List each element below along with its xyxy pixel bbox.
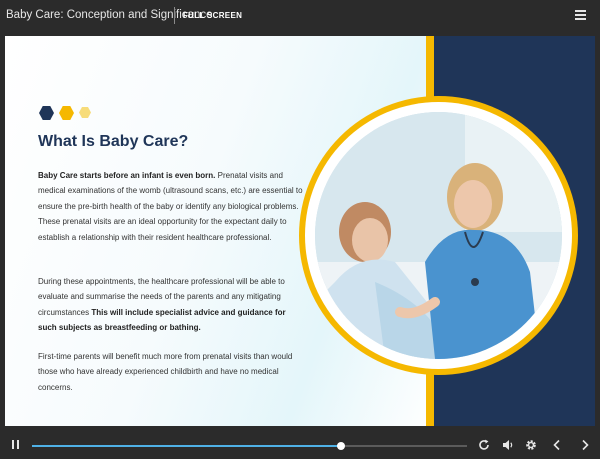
nurse-patient-photo [315, 112, 562, 359]
gear-icon[interactable] [524, 438, 538, 452]
course-title: Baby Care: Conception and Significance [6, 9, 213, 21]
photo-illustration [315, 112, 562, 359]
chevron-right-icon[interactable] [578, 438, 592, 452]
paragraph-2: During these appointments, the healthcar… [38, 274, 306, 336]
seek-bar[interactable] [32, 442, 467, 450]
hexagon-yellow-icon [59, 106, 74, 120]
hexagon-navy-icon [39, 106, 54, 120]
chevron-left-icon[interactable] [550, 438, 564, 452]
slide-canvas: What Is Baby Care? Baby Care starts befo… [5, 36, 595, 426]
replay-icon[interactable] [477, 438, 491, 452]
volume-icon[interactable] [501, 438, 515, 452]
paragraph-1: Baby Care starts before an infant is eve… [38, 168, 306, 245]
paragraph-1-text: Prenatal visits and medical examinations… [38, 171, 303, 242]
fullscreen-button[interactable]: FULL SCREEN [183, 11, 242, 20]
seek-bar-thumb[interactable] [336, 442, 345, 450]
title-divider [174, 7, 175, 24]
playback-bar [0, 430, 600, 459]
slide-heading: What Is Baby Care? [38, 133, 189, 150]
seek-bar-progress [32, 445, 341, 447]
paragraph-1-bold: Baby Care starts before an infant is eve… [38, 171, 216, 180]
hexagon-light-yellow-icon [79, 107, 91, 118]
pause-icon[interactable] [12, 440, 22, 450]
player-top-bar: Baby Care: Conception and Significance F… [0, 0, 600, 32]
paragraph-3: First-time parents will benefit much mor… [38, 352, 293, 392]
hamburger-menu-icon[interactable] [575, 10, 588, 21]
